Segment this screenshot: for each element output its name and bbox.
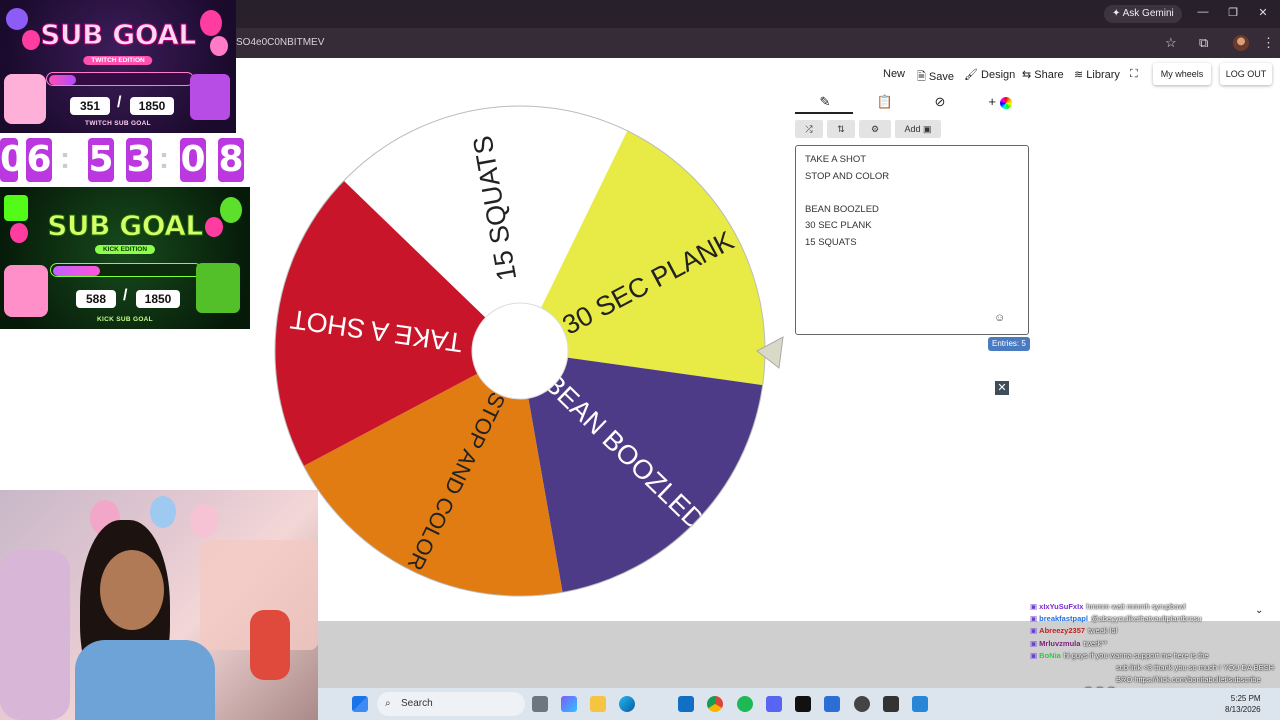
taskbar-search-label: Search xyxy=(401,698,433,709)
chat-text: twerk** xyxy=(1083,638,1108,648)
twitch-edition-label: TWITCH EDITION xyxy=(83,56,153,65)
taskbar-search[interactable]: ⌕ Search xyxy=(377,692,525,716)
microphone xyxy=(250,610,290,680)
kick-edition-label: KICK EDITION xyxy=(94,245,156,254)
clock-time: 5:25 PM xyxy=(1230,694,1261,703)
cake-decoration xyxy=(4,265,48,317)
outlook-icon[interactable] xyxy=(678,696,694,712)
timer-digit: 5 xyxy=(88,138,114,182)
chat-message: ▣ BoNia hi guys if you wanna support me h… xyxy=(1030,651,1209,661)
chrome-icon[interactable] xyxy=(707,696,723,712)
twitch-sub-goal-overlay: SUB GOAL TWITCH EDITION 351 / 1850 TWITC… xyxy=(0,0,236,133)
obs-icon[interactable] xyxy=(854,696,870,712)
chat-username[interactable]: xIxYuSuFxIx xyxy=(1039,602,1083,611)
streamer-top xyxy=(75,640,215,720)
system-clock[interactable]: 5:25 PM 8/13/2026 xyxy=(1225,693,1261,715)
chat-badge-icon: ▣ xyxy=(1030,614,1040,624)
chat-badge-icon: ▣ xyxy=(1030,602,1040,611)
chat-text: sub link <3 thank you so much ! YOU DA B… xyxy=(1116,663,1275,672)
chat-username[interactable]: breakfastpapl xyxy=(1039,614,1088,623)
kick-target-count: 1850 xyxy=(136,290,180,308)
search-icon: ⌕ xyxy=(385,698,391,709)
twitch-count-separator: / xyxy=(117,94,122,111)
spotify-icon[interactable] xyxy=(737,696,753,712)
kick-current-count: 588 xyxy=(76,290,116,308)
chat-text: @abeyyoulikethatvaultplantbrosu xyxy=(1090,614,1202,624)
chevron-down-icon[interactable]: ⌄ xyxy=(1255,605,1263,616)
chat-message: ▣ Mrluvzmula twerk** xyxy=(1030,639,1107,649)
chat-username[interactable]: Abreezy2357 xyxy=(1039,626,1085,635)
twitch-goal-title: SUB GOAL xyxy=(40,18,197,52)
tiktok-icon[interactable] xyxy=(795,696,811,712)
twitch-progress-bar xyxy=(46,72,194,86)
app-icon[interactable] xyxy=(883,696,899,712)
chat-message: ▣ breakfastpapl @abeyyoulikethatvaultplan… xyxy=(1030,614,1202,624)
chat-text: tweak lol xyxy=(1088,626,1118,636)
timer-digit: 0 xyxy=(0,138,26,182)
kick-progress-fill xyxy=(53,266,101,276)
file-explorer-icon[interactable] xyxy=(590,696,606,712)
twitch-progress-fill xyxy=(49,75,77,85)
chat-badge-icon: ▣ xyxy=(1030,638,1040,648)
timer-colon: : xyxy=(60,142,70,175)
cake-decoration xyxy=(4,74,46,124)
chat-badge-icon: ▣ xyxy=(1030,626,1040,636)
kick-goal-title: SUB GOAL xyxy=(47,209,204,243)
chat-text: hmmm wait mmmh syrupbowl xyxy=(1086,602,1186,611)
gift-decoration xyxy=(196,263,240,313)
chat-text: BRO https://kick.com/bonitabullet/subscr… xyxy=(1116,675,1261,685)
twitch-current-count: 351 xyxy=(70,97,110,115)
discord-icon[interactable] xyxy=(766,696,782,712)
app-icon[interactable] xyxy=(912,696,928,712)
kick-sub-goal-overlay: SUB GOAL KICK EDITION 588 / 1850 KICK SU… xyxy=(0,187,250,329)
streamer-face xyxy=(100,550,164,630)
edge-icon[interactable] xyxy=(619,696,635,712)
copilot-icon[interactable] xyxy=(561,696,577,712)
timer-colon: : xyxy=(159,142,169,175)
chat-badge-icon: ▣ xyxy=(1030,650,1040,660)
gift-decoration xyxy=(190,74,230,120)
kick-goal-footer: KICK SUB GOAL xyxy=(97,316,153,323)
chat-message: ▣ Abreezy2357 tweak lol xyxy=(1030,626,1117,636)
windows-start-icon[interactable] xyxy=(352,696,368,712)
kick-progress-bar xyxy=(50,263,202,277)
task-view-icon[interactable] xyxy=(532,696,548,712)
chat-message: ▣ xIxYuSuFxIx hmmm wait mmmh syrupbowl xyxy=(1030,602,1186,612)
timer-digit: 0 xyxy=(180,138,206,182)
clock-date: 8/13/2026 xyxy=(1225,705,1261,714)
webcam-feed xyxy=(0,490,318,720)
twitch-goal-footer: TWITCH SUB GOAL xyxy=(85,120,151,127)
wheel-center-hub[interactable] xyxy=(471,302,569,400)
chat-message: sub link <3 thank you so much ! YOU DA B… xyxy=(1113,663,1274,673)
timer-digit: 8 xyxy=(218,138,244,182)
kick-count-separator: / xyxy=(123,287,128,304)
chat-username[interactable]: BoNia xyxy=(1039,651,1061,660)
app-icon[interactable] xyxy=(824,696,840,712)
chat-message: BRO https://kick.com/bonitabullet/subscr… xyxy=(1113,675,1261,685)
twitch-target-count: 1850 xyxy=(130,97,174,115)
timer-digit: 3 xyxy=(126,138,152,182)
timer-digit: 6 xyxy=(26,138,52,182)
chat-username[interactable]: Mrluvzmula xyxy=(1039,639,1080,648)
chat-text: hi guys if you wanna support me here is … xyxy=(1063,650,1209,660)
